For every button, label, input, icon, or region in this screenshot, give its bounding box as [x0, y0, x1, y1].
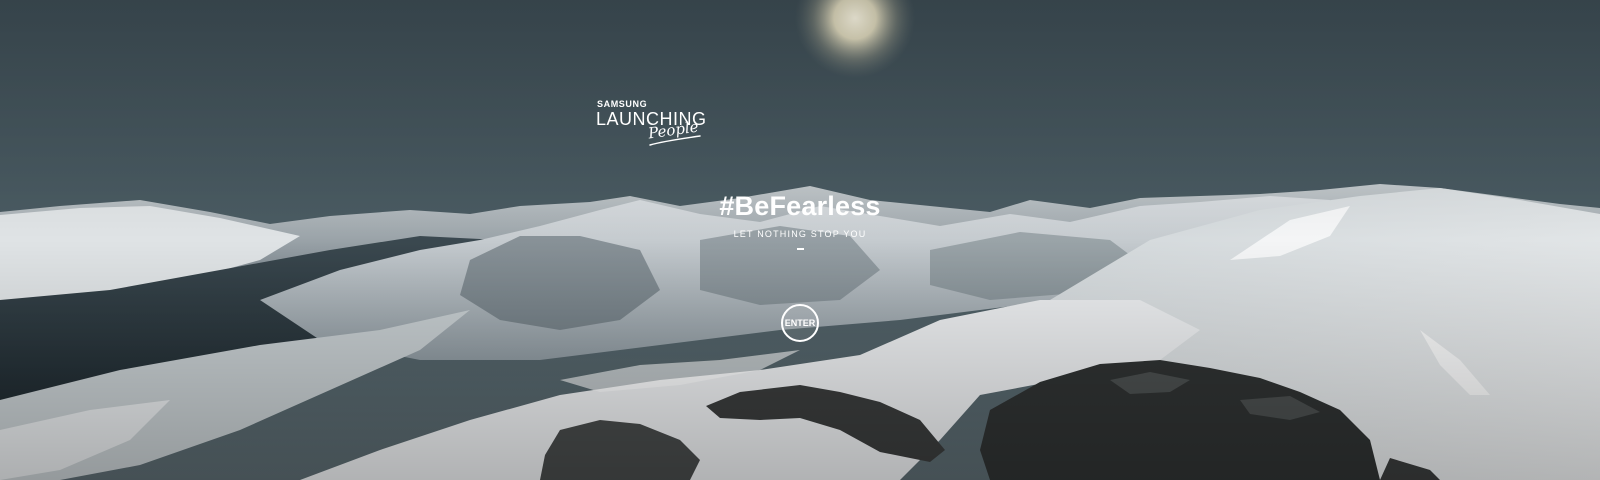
divider-dash — [797, 248, 804, 250]
campaign-tagline: LET NOTHING STOP YOU — [733, 229, 867, 239]
campaign-headline: #BeFearless — [719, 191, 881, 221]
landing-stage: SAMSUNG LAUNCHING People #BeFearless LET… — [0, 0, 1600, 480]
logo-brand-text: SAMSUNG — [597, 99, 648, 109]
logo-swoosh-icon — [649, 135, 701, 146]
enter-button-label: ENTER — [784, 318, 816, 328]
enter-button[interactable]: ENTER — [781, 304, 819, 342]
mountain-panorama-background — [0, 0, 1600, 480]
vignette-overlay — [0, 0, 1600, 480]
samsung-launching-people-logo[interactable]: SAMSUNG LAUNCHING People — [596, 99, 716, 149]
